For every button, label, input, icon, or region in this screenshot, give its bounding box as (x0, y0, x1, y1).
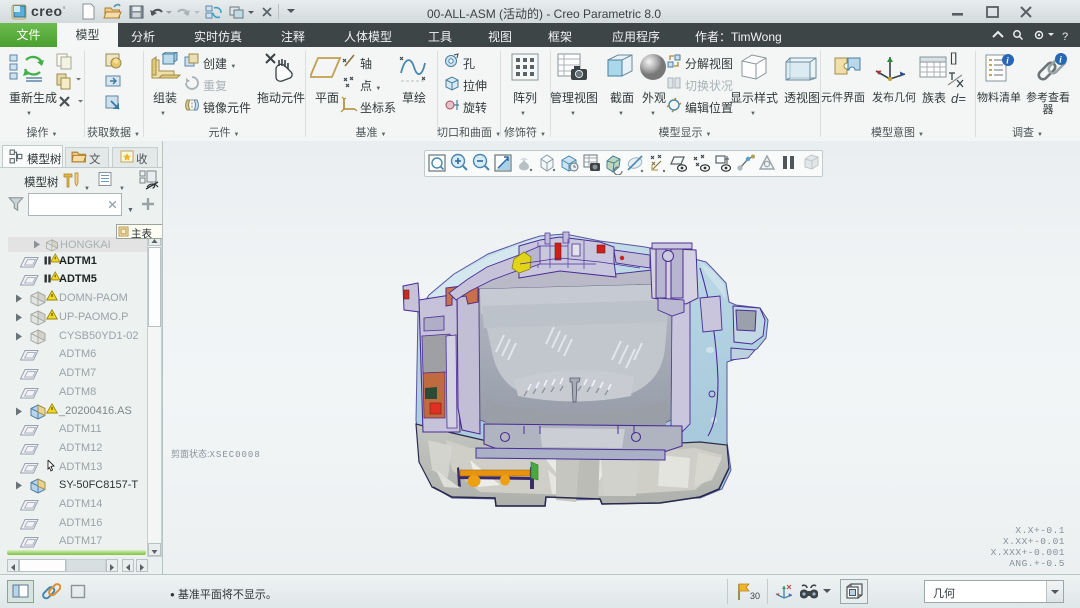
svg-text:?: ? (1062, 31, 1068, 42)
svg-text:30: 30 (750, 591, 760, 601)
